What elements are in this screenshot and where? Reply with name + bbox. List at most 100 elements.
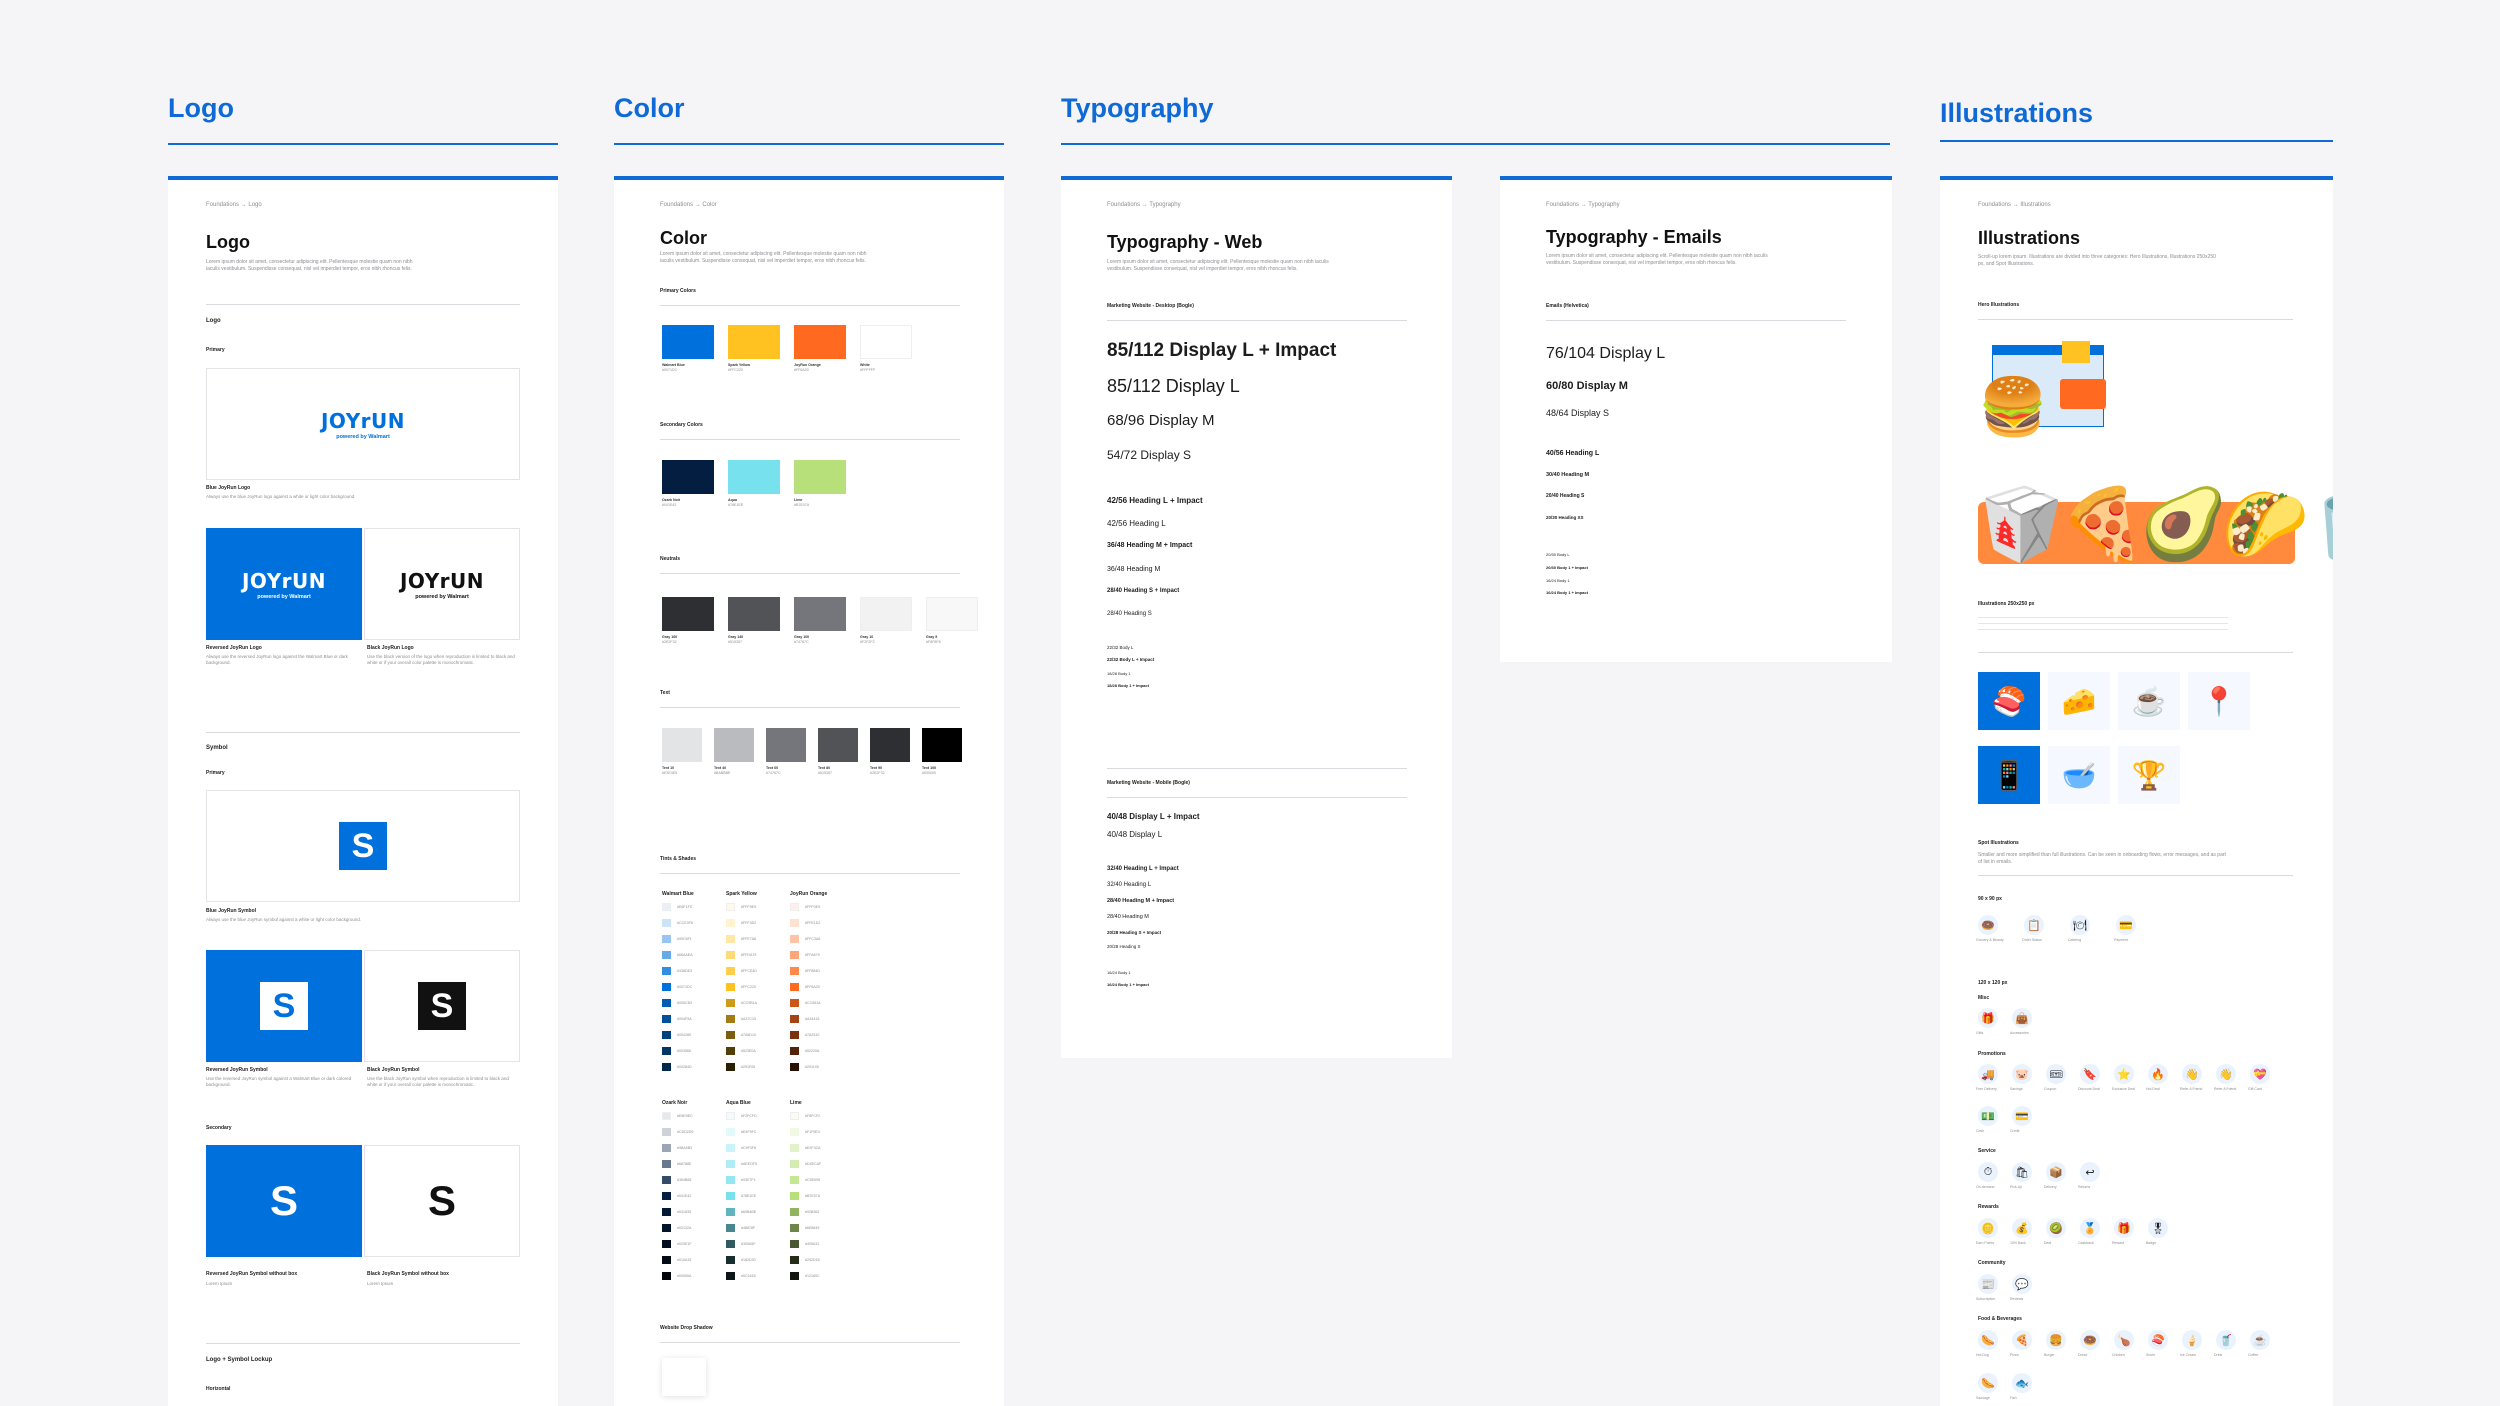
- desktop-label: Marketing Website - Desktop (Bogle): [1107, 303, 1194, 309]
- tint-chip[interactable]: [662, 903, 671, 911]
- tint-chip[interactable]: [662, 1112, 671, 1120]
- tint-chip[interactable]: [662, 999, 671, 1007]
- tint-chip[interactable]: [662, 951, 671, 959]
- color-swatch[interactable]: [662, 325, 714, 359]
- color-swatch[interactable]: [662, 597, 714, 631]
- tint-chip[interactable]: [790, 1112, 799, 1120]
- tint-chip[interactable]: [662, 935, 671, 943]
- color-swatch[interactable]: [662, 460, 714, 494]
- tint-chip[interactable]: [662, 1144, 671, 1152]
- tint-chip[interactable]: [726, 919, 735, 927]
- tint-chip[interactable]: [726, 935, 735, 943]
- tint-chip[interactable]: [662, 1128, 671, 1136]
- tint-chip[interactable]: [790, 1031, 799, 1039]
- color-swatch[interactable]: [860, 597, 912, 631]
- tint-chip[interactable]: [662, 1047, 671, 1055]
- tint-chip[interactable]: [790, 1015, 799, 1023]
- color-swatch[interactable]: [794, 460, 846, 494]
- color-swatch[interactable]: [818, 728, 858, 762]
- tint-chip[interactable]: [790, 903, 799, 911]
- color-swatch[interactable]: [926, 597, 978, 631]
- color-swatch[interactable]: [662, 728, 702, 762]
- tint-chip[interactable]: [790, 1256, 799, 1264]
- breadcrumb[interactable]: Foundations → Color: [660, 202, 717, 208]
- tint-chip[interactable]: [726, 1192, 735, 1200]
- tint-chip[interactable]: [726, 1240, 735, 1248]
- color-swatch[interactable]: [794, 325, 846, 359]
- tint-chip[interactable]: [790, 983, 799, 991]
- tint-chip[interactable]: [790, 1063, 799, 1071]
- tint-chip[interactable]: [726, 1176, 735, 1184]
- tint-chip[interactable]: [726, 951, 735, 959]
- color-swatch[interactable]: [728, 597, 780, 631]
- tint-chip[interactable]: [790, 1144, 799, 1152]
- tint-chip[interactable]: [726, 1144, 735, 1152]
- tint-chip[interactable]: [726, 1063, 735, 1071]
- tint-chip[interactable]: [726, 999, 735, 1007]
- tint-chip[interactable]: [726, 1160, 735, 1168]
- color-swatch[interactable]: [714, 728, 754, 762]
- color-swatch[interactable]: [794, 597, 846, 631]
- color-swatch[interactable]: [728, 460, 780, 494]
- tint-chip[interactable]: [726, 1031, 735, 1039]
- tint-chip[interactable]: [726, 1112, 735, 1120]
- tint-chip[interactable]: [662, 1208, 671, 1216]
- color-swatch[interactable]: [766, 728, 806, 762]
- type-sample: 16/24 Body 1: [1107, 970, 1131, 975]
- tint-chip[interactable]: [790, 1224, 799, 1232]
- color-swatch[interactable]: [860, 325, 912, 359]
- tint-chip[interactable]: [662, 1015, 671, 1023]
- tint-chip[interactable]: [790, 1047, 799, 1055]
- tint-chip[interactable]: [726, 1272, 735, 1280]
- tint-chip[interactable]: [662, 919, 671, 927]
- tint-hex: #FF884D: [805, 969, 820, 973]
- tint-chip[interactable]: [790, 1272, 799, 1280]
- typography-web-card[interactable]: Foundations → Typography Typography - We…: [1061, 176, 1452, 1058]
- tint-chip[interactable]: [790, 1192, 799, 1200]
- breadcrumb[interactable]: Foundations → Typography: [1107, 202, 1181, 208]
- tint-chip[interactable]: [662, 1272, 671, 1280]
- tint-chip[interactable]: [790, 919, 799, 927]
- tint-chip[interactable]: [790, 967, 799, 975]
- tint-chip[interactable]: [790, 1160, 799, 1168]
- logo-card[interactable]: Foundations → Logo Logo Lorem ipsum dolo…: [168, 176, 558, 1406]
- tint-chip[interactable]: [662, 1256, 671, 1264]
- tint-chip[interactable]: [790, 935, 799, 943]
- tint-chip[interactable]: [662, 1160, 671, 1168]
- color-swatch[interactable]: [922, 728, 962, 762]
- breadcrumb[interactable]: Foundations → Logo: [206, 202, 262, 208]
- tint-chip[interactable]: [662, 1031, 671, 1039]
- color-swatch[interactable]: [728, 325, 780, 359]
- tint-chip[interactable]: [790, 999, 799, 1007]
- tint-chip[interactable]: [790, 1208, 799, 1216]
- tint-chip[interactable]: [662, 1224, 671, 1232]
- tint-chip[interactable]: [726, 1224, 735, 1232]
- tint-chip[interactable]: [726, 903, 735, 911]
- tint-chip[interactable]: [726, 1208, 735, 1216]
- tint-chip[interactable]: [662, 1063, 671, 1071]
- tint-chip[interactable]: [726, 1015, 735, 1023]
- tint-row: #00050A: [662, 1272, 691, 1280]
- color-swatch[interactable]: [870, 728, 910, 762]
- tint-chip[interactable]: [662, 1192, 671, 1200]
- tint-chip[interactable]: [726, 1256, 735, 1264]
- tint-chip[interactable]: [726, 983, 735, 991]
- tint-chip[interactable]: [726, 1047, 735, 1055]
- spot-label: Cash: [1976, 1129, 1985, 1133]
- typography-emails-card[interactable]: Foundations → Typography Typography - Em…: [1500, 176, 1892, 662]
- breadcrumb[interactable]: Foundations → Illustrations: [1978, 202, 2051, 208]
- tint-chip[interactable]: [790, 951, 799, 959]
- tint-chip[interactable]: [662, 1176, 671, 1184]
- color-card[interactable]: Foundations → Color Color Lorem ipsum do…: [614, 176, 1004, 1406]
- tint-chip[interactable]: [726, 1128, 735, 1136]
- tint-chip[interactable]: [726, 967, 735, 975]
- illustrations-card[interactable]: Foundations → Illustrations Illustration…: [1940, 176, 2333, 1406]
- tint-chip[interactable]: [662, 983, 671, 991]
- joyrun-wordmark: JOYrUN: [399, 568, 485, 593]
- tint-chip[interactable]: [662, 967, 671, 975]
- tint-chip[interactable]: [790, 1176, 799, 1184]
- tint-chip[interactable]: [790, 1240, 799, 1248]
- breadcrumb[interactable]: Foundations → Typography: [1546, 202, 1620, 208]
- tint-chip[interactable]: [790, 1128, 799, 1136]
- tint-chip[interactable]: [662, 1240, 671, 1248]
